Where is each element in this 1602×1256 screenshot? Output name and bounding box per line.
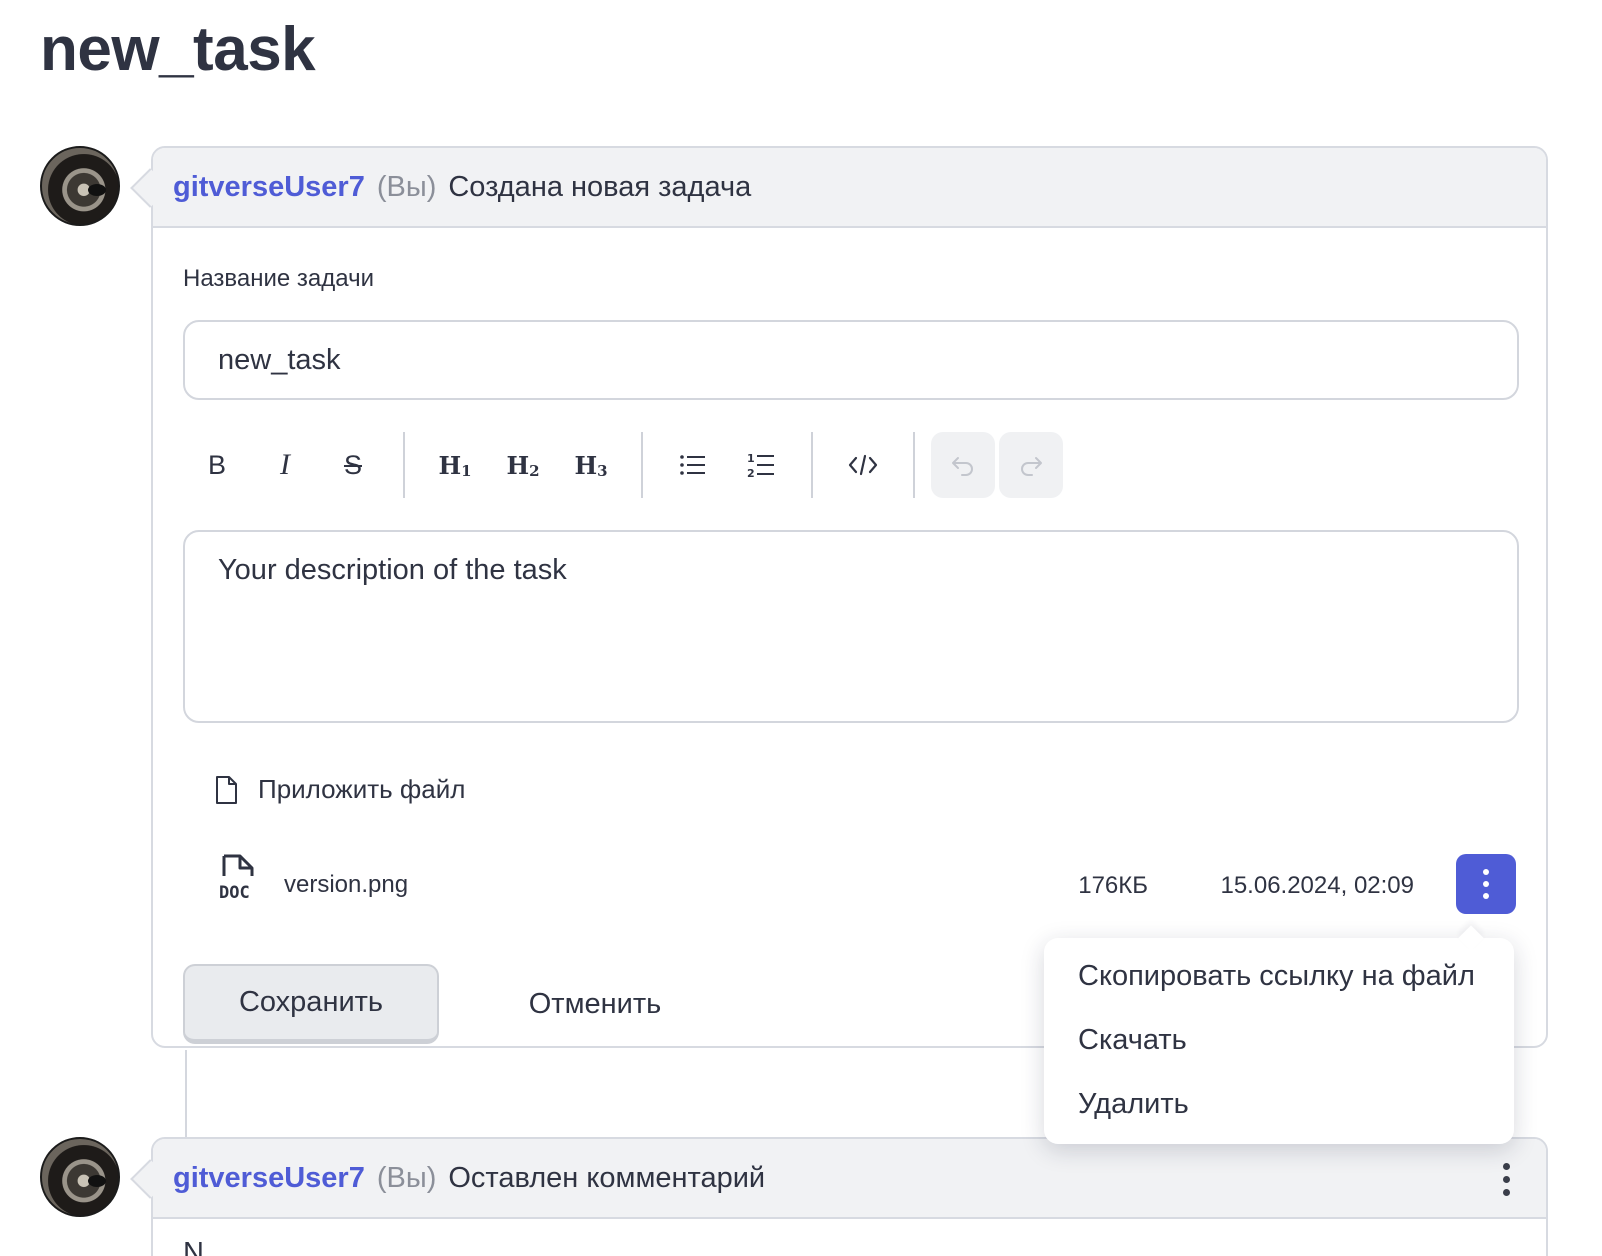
code-button[interactable] [829, 432, 897, 498]
numbered-list-icon: 1 2 [747, 452, 774, 479]
bold-icon: B [207, 449, 226, 480]
redo-button[interactable] [999, 432, 1063, 498]
page-title: new_task [40, 15, 316, 84]
heading-1-button[interactable]: H1 [421, 432, 489, 498]
menu-item-copy-link[interactable]: Скопировать ссылку на файл [1078, 960, 1475, 993]
username-link[interactable]: gitverseUser7 [173, 1162, 365, 1195]
toolbar-divider [913, 432, 915, 498]
redo-icon [1021, 457, 1042, 476]
undo-icon [952, 457, 973, 476]
heading-1-icon: H1 [438, 450, 472, 480]
comment-menu-button[interactable] [1503, 1163, 1510, 1196]
attachment-dropdown-menu: Скопировать ссылку на файл Скачать Удали… [1044, 938, 1514, 1144]
attach-file-label: Приложить файл [258, 774, 466, 804]
avatar[interactable] [40, 146, 120, 226]
event-card-comment: gitverseUser7 (Вы) Оставлен комментарий … [130, 1137, 1548, 1256]
heading-2-button[interactable]: H2 [489, 432, 557, 498]
card-pointer [130, 1159, 170, 1199]
italic-icon: I [280, 448, 290, 481]
event-action-text: Создана новая задача [448, 170, 752, 203]
comment-body: N [183, 1237, 204, 1256]
menu-item-download[interactable]: Скачать [1078, 1024, 1187, 1057]
username-link[interactable]: gitverseUser7 [173, 171, 365, 204]
cancel-button[interactable]: Отменить [500, 964, 690, 1044]
event-card-header: gitverseUser7 (Вы) Создана новая задача [130, 148, 1546, 228]
task-description-editor[interactable]: Your description of the task [183, 530, 1519, 723]
numbered-list-button[interactable]: 1 2 [727, 432, 795, 498]
italic-button[interactable]: I [251, 432, 319, 498]
strikethrough-icon: S [343, 449, 362, 480]
heading-3-icon: H3 [574, 450, 608, 480]
more-vertical-icon [1483, 869, 1489, 875]
attachment-menu-button[interactable] [1456, 854, 1516, 914]
save-button[interactable]: Сохранить [183, 964, 439, 1044]
card-pointer [130, 168, 170, 208]
task-title-label: Название задачи [183, 265, 375, 292]
you-label: (Вы) [376, 170, 437, 203]
undo-button[interactable] [931, 432, 995, 498]
menu-item-delete[interactable]: Удалить [1078, 1088, 1189, 1121]
attachment-date: 15.06.2024, 02:09 [1220, 872, 1414, 899]
toolbar-divider [641, 432, 643, 498]
file-icon [216, 775, 237, 804]
attachment-row: DOC version.png 176КБ 15.06.2024, 02:09 [218, 854, 1516, 914]
more-vertical-icon [1503, 1163, 1510, 1170]
attachment-file-name[interactable]: version.png [284, 871, 408, 899]
strikethrough-button[interactable]: S [319, 432, 387, 498]
you-label: (Вы) [376, 1161, 437, 1194]
event-action-text: Оставлен комментарий [448, 1161, 766, 1194]
bold-button[interactable]: B [183, 432, 251, 498]
doc-file-icon: DOC [219, 854, 254, 903]
avatar[interactable] [40, 1137, 120, 1217]
heading-2-icon: H2 [506, 450, 540, 480]
toolbar-divider [403, 432, 405, 498]
editor-toolbar: B I S H1 H2 H3 1 2 [183, 432, 1067, 498]
attachment-file-size: 176КБ [1078, 872, 1148, 899]
code-icon [848, 454, 878, 476]
svg-text:DOC: DOC [219, 883, 250, 903]
heading-3-button[interactable]: H3 [557, 432, 625, 498]
toolbar-divider [811, 432, 813, 498]
event-card-header: gitverseUser7 (Вы) Оставлен комментарий [130, 1139, 1546, 1219]
bullet-list-icon [680, 455, 705, 475]
bullet-list-button[interactable] [659, 432, 727, 498]
attach-file-button[interactable]: Приложить файл [212, 774, 465, 805]
svg-text:2: 2 [747, 467, 755, 479]
svg-text:1: 1 [747, 452, 755, 465]
task-title-input[interactable]: new_task [183, 320, 1519, 400]
